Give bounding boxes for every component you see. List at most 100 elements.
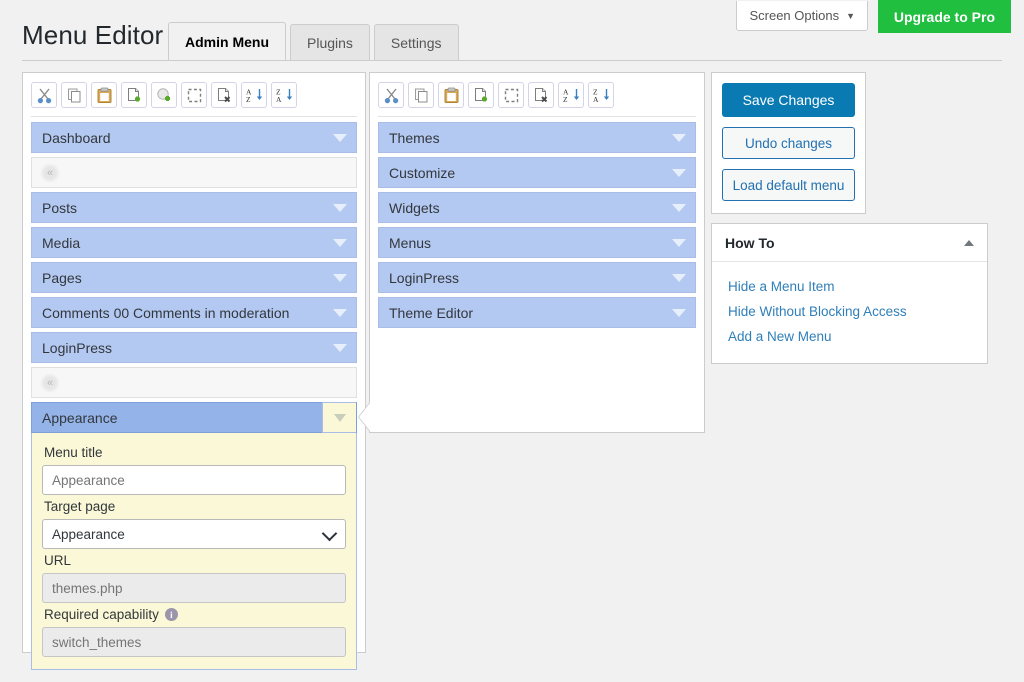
tab-admin-menu[interactable]: Admin Menu — [168, 22, 286, 60]
upgrade-to-pro-button[interactable]: Upgrade to Pro — [878, 0, 1011, 33]
how-to-title: How To — [725, 235, 775, 251]
sort-ascending-icon[interactable]: A Z — [241, 82, 267, 108]
chevron-down-icon[interactable] — [333, 239, 347, 247]
new-separator-icon[interactable] — [151, 82, 177, 108]
menu-separator[interactable]: « — [31, 157, 357, 188]
submenu-item-list: Themes Customize Widgets Menus LoginPres… — [370, 117, 704, 340]
how-to-links: Hide a Menu Item Hide Without Blocking A… — [712, 262, 987, 363]
menu-item-media[interactable]: Media — [31, 227, 357, 258]
menu-item-appearance[interactable]: Appearance — [31, 402, 357, 433]
menu-item-dashboard[interactable]: Dashboard — [31, 122, 357, 153]
menu-item-label: Media — [42, 235, 80, 251]
svg-text:A: A — [276, 95, 282, 104]
menu-item-loginpress[interactable]: LoginPress — [31, 332, 357, 363]
submenu-item-theme-editor[interactable]: Theme Editor — [378, 297, 696, 328]
copy-icon[interactable] — [408, 82, 434, 108]
submenu-item-customize[interactable]: Customize — [378, 157, 696, 188]
menu-toolbar: A Z Z A — [31, 73, 357, 117]
chevron-up-icon[interactable] — [964, 240, 974, 246]
submenu-panel: A Z Z A Themes Customize Widgets — [369, 72, 705, 433]
submenu-pointer-icon — [359, 403, 370, 431]
chevron-down-icon[interactable] — [672, 239, 686, 247]
how-to-link-hide-menu-item[interactable]: Hide a Menu Item — [712, 274, 987, 299]
submenu-item-label: Themes — [389, 130, 440, 146]
menu-item-list: Dashboard « Posts Media Pages Comments 0… — [23, 117, 365, 682]
menu-item-label: Pages — [42, 270, 82, 286]
menu-item-posts[interactable]: Posts — [31, 192, 357, 223]
tab-bar-divider — [22, 60, 1002, 61]
new-menu-icon[interactable] — [468, 82, 494, 108]
undo-changes-button[interactable]: Undo changes — [722, 127, 855, 159]
chevron-down-icon[interactable] — [672, 204, 686, 212]
menu-title-label: Menu title — [44, 445, 346, 460]
chevron-down-icon[interactable] — [672, 134, 686, 142]
target-page-select-wrapper — [42, 519, 346, 549]
chevron-down-icon[interactable] — [333, 134, 347, 142]
new-menu-icon[interactable] — [121, 82, 147, 108]
url-label: URL — [44, 553, 346, 568]
menu-title-input[interactable] — [42, 465, 346, 495]
delete-menu-icon[interactable] — [211, 82, 237, 108]
menu-item-pages[interactable]: Pages — [31, 262, 357, 293]
select-icon[interactable] — [181, 82, 207, 108]
submenu-item-widgets[interactable]: Widgets — [378, 192, 696, 223]
target-page-label: Target page — [44, 499, 346, 514]
menu-item-comments[interactable]: Comments 00 Comments in moderation — [31, 297, 357, 328]
sort-descending-icon[interactable]: Z A — [271, 82, 297, 108]
info-icon[interactable]: i — [165, 608, 178, 621]
screen-options-button[interactable]: Screen Options ▼ — [736, 1, 868, 31]
paste-icon[interactable] — [91, 82, 117, 108]
submenu-item-loginpress[interactable]: LoginPress — [378, 262, 696, 293]
select-icon[interactable] — [498, 82, 524, 108]
cut-icon[interactable] — [378, 82, 404, 108]
required-capability-text: Required capability — [44, 607, 159, 622]
chevron-down-icon[interactable] — [333, 309, 347, 317]
delete-menu-icon[interactable] — [528, 82, 554, 108]
tab-plugins[interactable]: Plugins — [290, 24, 370, 60]
sort-descending-icon[interactable]: Z A — [588, 82, 614, 108]
screen-options-label: Screen Options — [749, 8, 839, 23]
tab-settings[interactable]: Settings — [374, 24, 459, 60]
separator-handle-icon: « — [40, 373, 60, 393]
copy-icon[interactable] — [61, 82, 87, 108]
separator-handle-icon: « — [40, 163, 60, 183]
chevron-down-icon[interactable] — [672, 274, 686, 282]
menu-item-label: Posts — [42, 200, 77, 216]
chevron-down-icon — [334, 414, 346, 422]
chevron-down-icon[interactable] — [333, 204, 347, 212]
menu-panel: A Z Z A Dashboard « Posts — [22, 72, 366, 653]
tab-bar: Admin Menu Plugins Settings — [168, 22, 459, 60]
load-default-menu-button[interactable]: Load default menu — [722, 169, 855, 201]
target-page-select[interactable] — [42, 519, 346, 549]
menu-separator[interactable]: « — [31, 367, 357, 398]
submenu-item-label: LoginPress — [389, 270, 459, 286]
submenu-item-label: Theme Editor — [389, 305, 473, 321]
chevron-down-icon[interactable] — [333, 274, 347, 282]
submenu-item-label: Customize — [389, 165, 455, 181]
submenu-item-menus[interactable]: Menus — [378, 227, 696, 258]
svg-text:Z: Z — [563, 95, 568, 104]
svg-text:Z: Z — [246, 95, 251, 104]
how-to-box: How To Hide a Menu Item Hide Without Blo… — [711, 223, 988, 364]
svg-text:A: A — [593, 95, 599, 104]
actions-box: Save Changes Undo changes Load default m… — [711, 72, 866, 214]
how-to-header[interactable]: How To — [712, 224, 987, 262]
collapse-toggle-button[interactable] — [322, 402, 356, 433]
sort-ascending-icon[interactable]: A Z — [558, 82, 584, 108]
paste-icon[interactable] — [438, 82, 464, 108]
how-to-link-hide-without-blocking[interactable]: Hide Without Blocking Access — [712, 299, 987, 324]
menu-item-label: Dashboard — [42, 130, 111, 146]
submenu-item-label: Menus — [389, 235, 431, 251]
chevron-down-icon: ▼ — [846, 11, 855, 21]
save-changes-button[interactable]: Save Changes — [722, 83, 855, 117]
chevron-down-icon[interactable] — [672, 309, 686, 317]
submenu-toolbar: A Z Z A — [378, 73, 696, 117]
cut-icon[interactable] — [31, 82, 57, 108]
url-input[interactable] — [42, 573, 346, 603]
submenu-item-themes[interactable]: Themes — [378, 122, 696, 153]
menu-item-label: Appearance — [42, 410, 118, 426]
chevron-down-icon[interactable] — [672, 169, 686, 177]
chevron-down-icon[interactable] — [333, 344, 347, 352]
submenu-item-label: Widgets — [389, 200, 440, 216]
how-to-link-add-new-menu[interactable]: Add a New Menu — [712, 324, 987, 349]
